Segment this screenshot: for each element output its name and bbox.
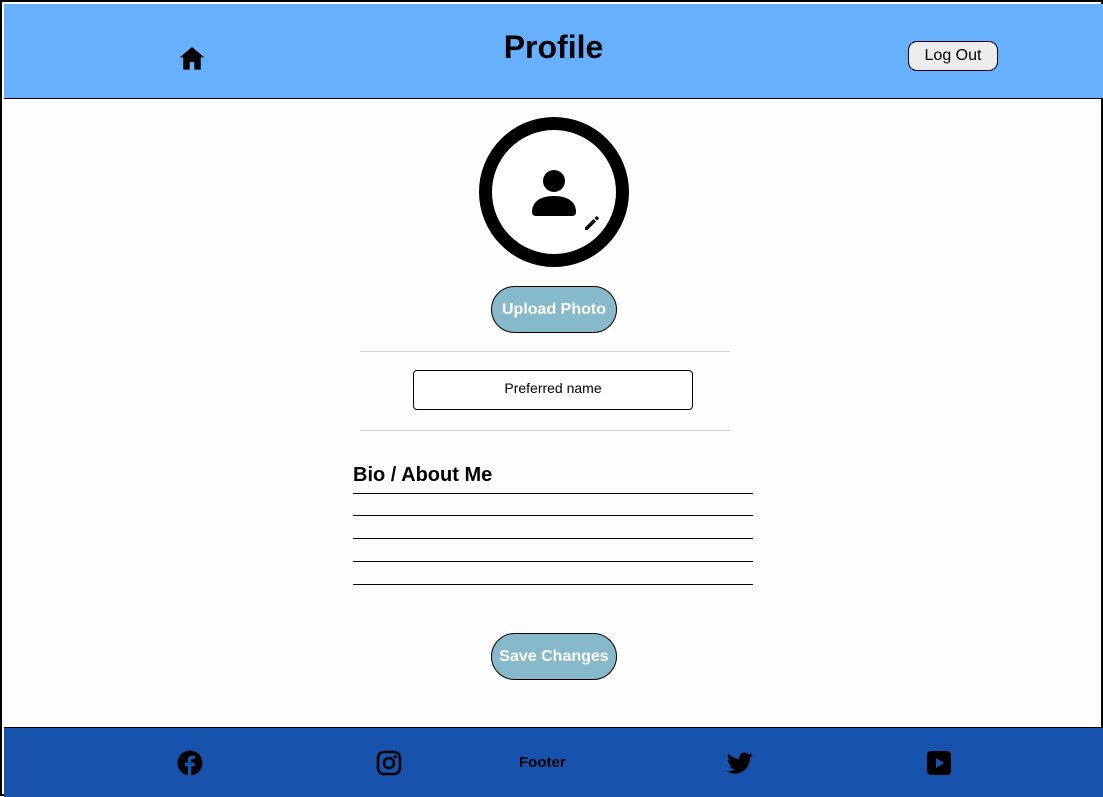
bio-line: [353, 493, 753, 494]
logout-button[interactable]: Log Out: [908, 41, 998, 71]
facebook-icon[interactable]: [177, 750, 203, 776]
youtube-icon[interactable]: [926, 750, 952, 776]
bio-textarea[interactable]: [353, 492, 753, 586]
pencil-icon[interactable]: [583, 214, 601, 232]
bio-line: [353, 515, 753, 516]
bio-line: [353, 538, 753, 539]
footer-label: Footer: [519, 754, 566, 771]
divider-bottom: [360, 430, 730, 431]
bio-label: Bio / About Me: [353, 464, 493, 486]
divider-top: [360, 351, 730, 352]
instagram-icon[interactable]: [376, 750, 402, 776]
footer-bar: Footer: [4, 727, 1103, 797]
avatar[interactable]: [479, 117, 629, 267]
upload-photo-button[interactable]: Upload Photo: [491, 286, 617, 333]
person-icon: [532, 170, 576, 216]
page-frame: Profile Log Out Upload Photo Bio / About…: [0, 0, 1103, 797]
preferred-name-input[interactable]: [413, 370, 693, 410]
bio-line: [353, 584, 753, 585]
bio-line: [353, 561, 753, 562]
twitter-icon[interactable]: [727, 750, 753, 776]
header-bar: Profile Log Out: [4, 4, 1103, 99]
save-changes-button[interactable]: Save Changes: [491, 633, 617, 680]
